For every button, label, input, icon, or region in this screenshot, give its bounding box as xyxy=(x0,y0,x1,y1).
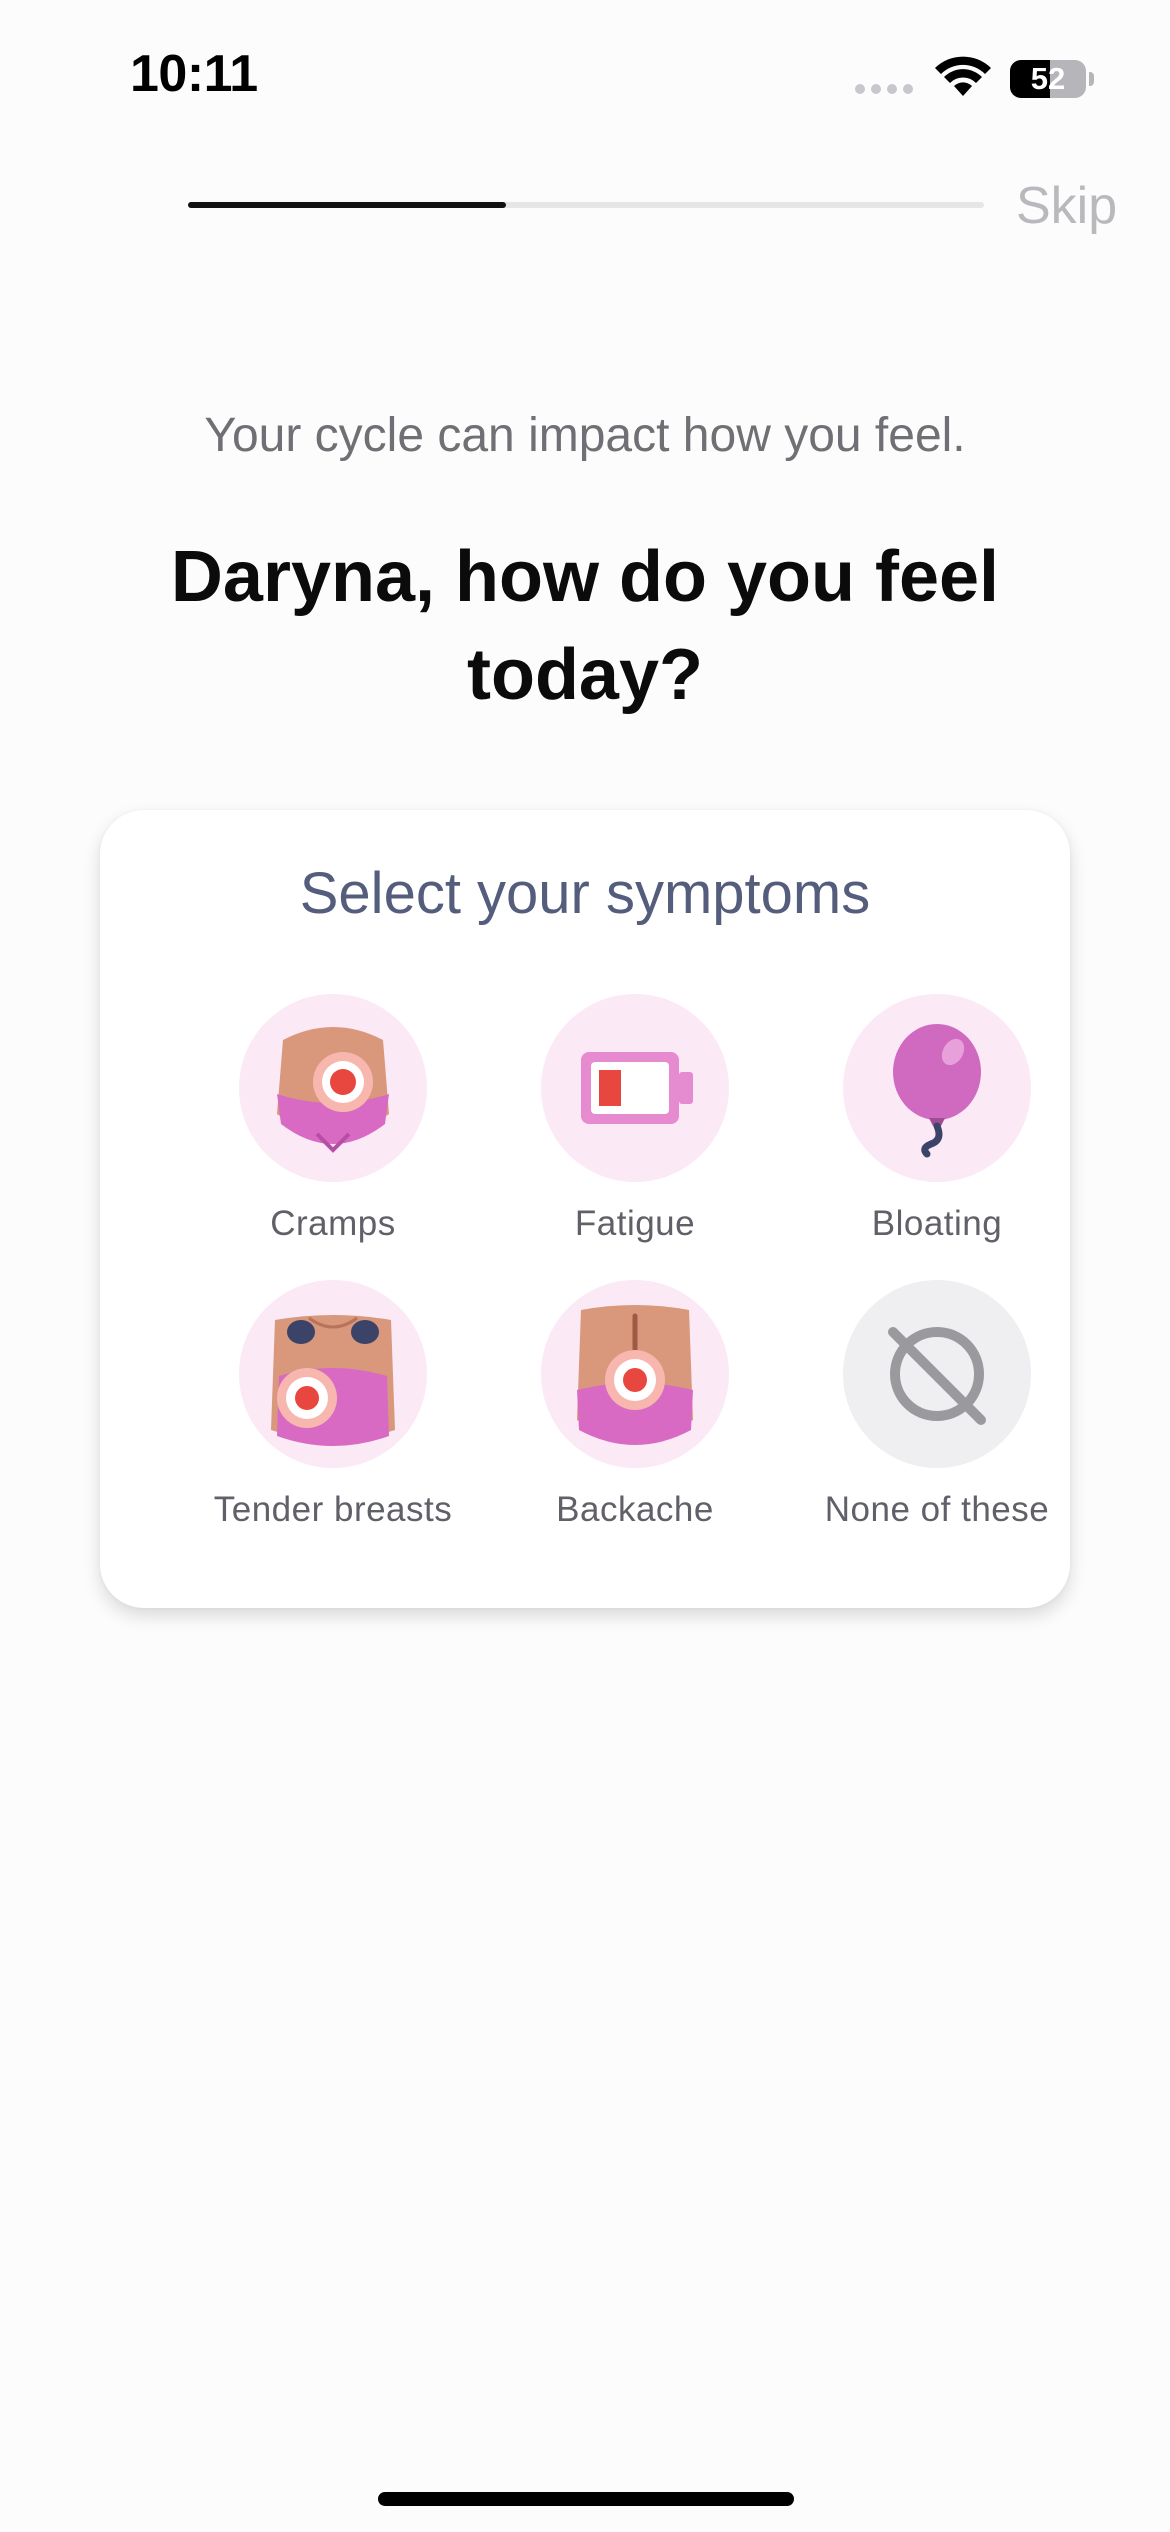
skip-button[interactable]: Skip xyxy=(1016,176,1117,236)
page-title: Daryna, how do you feel today? xyxy=(170,537,1000,715)
balloon-icon xyxy=(843,994,1031,1182)
battery-icon: 52 xyxy=(1010,60,1086,98)
symptom-label: Tender breasts xyxy=(213,1490,453,1529)
battery-cap xyxy=(1089,72,1094,86)
symptom-none[interactable]: None of these xyxy=(787,1280,1087,1550)
backache-icon xyxy=(541,1280,729,1468)
none-icon xyxy=(843,1280,1031,1468)
progress-fill xyxy=(188,202,507,208)
onboarding-progress-bar xyxy=(188,202,984,208)
symptom-cramps[interactable]: Cramps xyxy=(183,994,483,1264)
status-time: 10:11 xyxy=(130,45,258,103)
card-title: Select your symptoms xyxy=(299,861,871,926)
low-battery-icon xyxy=(541,994,729,1182)
symptom-label: Fatigue xyxy=(574,1204,696,1243)
symptom-label: Backache xyxy=(556,1490,714,1529)
home-indicator[interactable] xyxy=(378,2492,794,2506)
tender-breasts-icon xyxy=(239,1280,427,1468)
symptom-fatigue[interactable]: Fatigue xyxy=(485,994,785,1264)
cellular-signal-icon xyxy=(855,84,913,94)
symptom-label: Cramps xyxy=(270,1204,396,1243)
intro-subtitle: Your cycle can impact how you feel. xyxy=(204,409,966,462)
symptom-bloating[interactable]: Bloating xyxy=(787,994,1087,1264)
cramps-icon xyxy=(239,994,427,1182)
symptom-backache[interactable]: Backache xyxy=(485,1280,785,1550)
battery-level: 52 xyxy=(1030,61,1066,96)
symptom-label: None of these xyxy=(824,1490,1050,1529)
symptom-label: Bloating xyxy=(871,1204,1003,1243)
symptom-tender-breasts[interactable]: Tender breasts xyxy=(183,1280,483,1550)
wifi-icon xyxy=(935,56,991,96)
symptoms-card: Select your symptoms Cramps Fatigue Bloa… xyxy=(100,810,1070,1608)
